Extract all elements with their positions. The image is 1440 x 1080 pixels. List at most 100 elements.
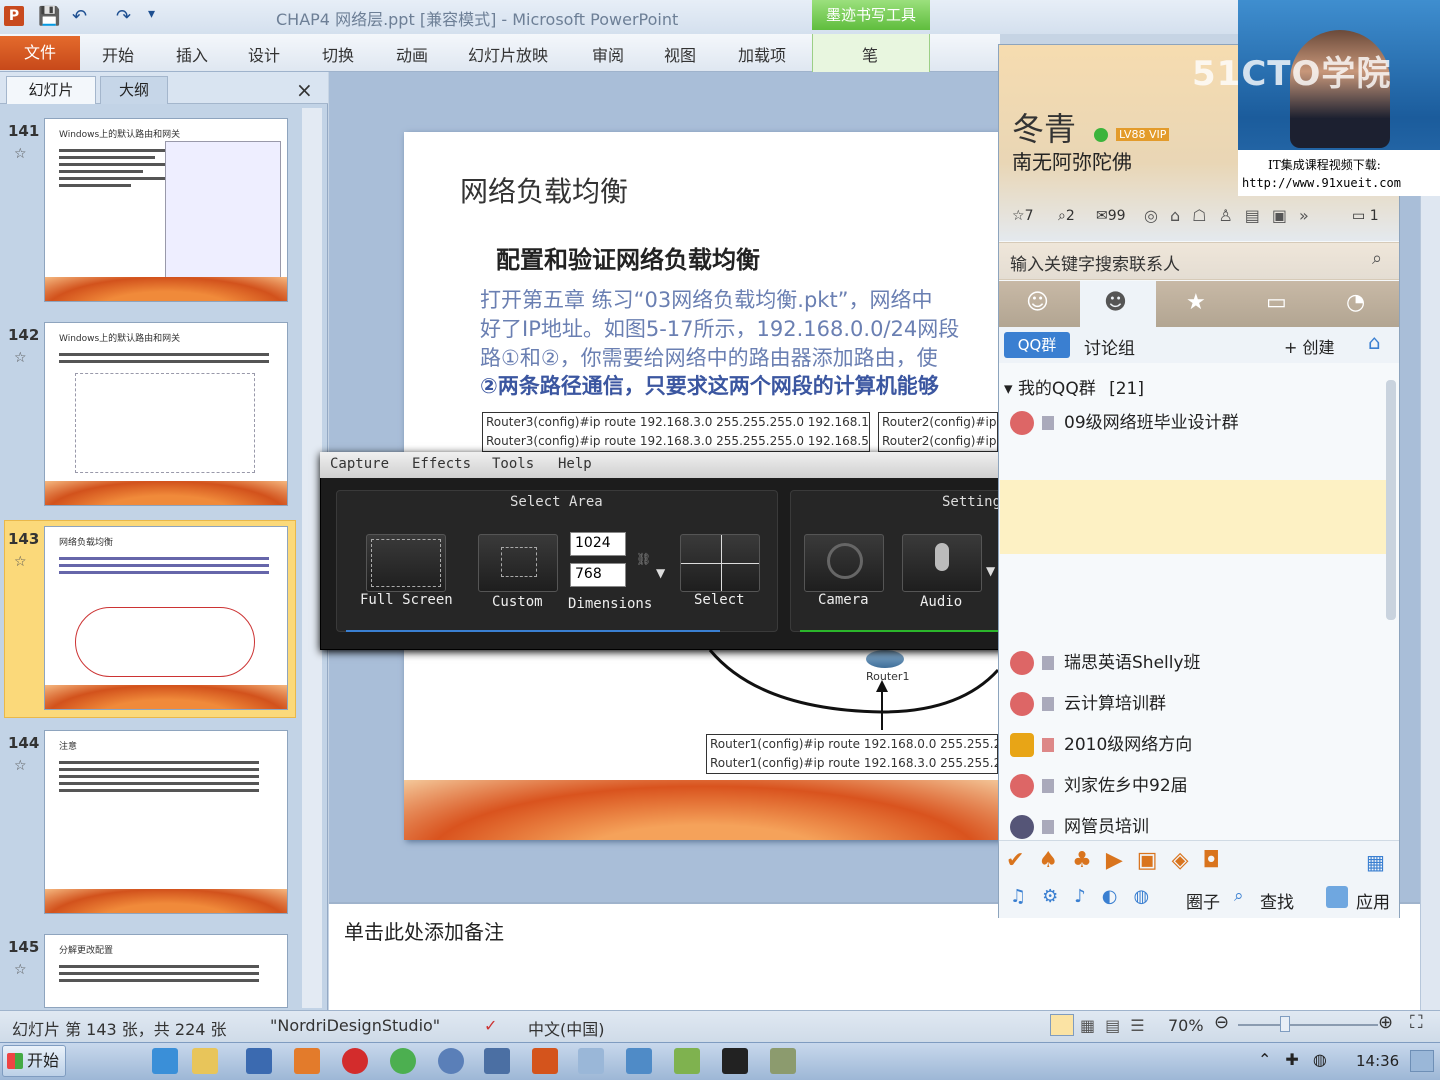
tab-transitions[interactable]: 切换 bbox=[322, 42, 354, 66]
media-icon[interactable] bbox=[246, 1048, 272, 1074]
custom-area-button[interactable] bbox=[478, 534, 558, 592]
list-item[interactable]: 云计算培训群 bbox=[1010, 689, 1166, 716]
undo-icon[interactable]: ↶ bbox=[72, 6, 87, 27]
tab-design[interactable]: 设计 bbox=[248, 42, 280, 66]
zoom-slider[interactable] bbox=[1238, 1024, 1378, 1026]
slide-subtitle[interactable]: 配置和验证网络负载均衡 bbox=[496, 240, 760, 275]
qq-star-count[interactable]: ☆7 bbox=[1012, 208, 1033, 224]
qq-list-scrollbar[interactable] bbox=[1386, 380, 1396, 620]
powerpoint-task-icon[interactable] bbox=[532, 1048, 558, 1074]
menu-capture[interactable]: Capture bbox=[330, 456, 389, 472]
slide-thumbnail[interactable]: Windows上的默认路由和网关 bbox=[44, 322, 288, 506]
tab-home[interactable]: 开始 bbox=[102, 42, 134, 66]
menu-tools[interactable]: Tools bbox=[492, 456, 534, 472]
link-ratio-icon[interactable]: ⛓ bbox=[636, 552, 651, 566]
close-panel-icon[interactable]: × bbox=[296, 78, 313, 102]
list-item[interactable]: 2010级网络方向 bbox=[1010, 730, 1192, 757]
recent-tab-icon[interactable]: ◔ bbox=[1346, 290, 1365, 315]
normal-view-icon[interactable] bbox=[1050, 1014, 1074, 1036]
panel-scrollbar[interactable] bbox=[302, 108, 322, 1008]
browser-icon[interactable] bbox=[390, 1048, 416, 1074]
zoom-level[interactable]: 70% bbox=[1168, 1016, 1204, 1035]
start-button[interactable]: 开始 bbox=[2, 1045, 66, 1077]
customize-quick-access-icon[interactable]: ▾ bbox=[148, 6, 155, 22]
folder-icon[interactable] bbox=[192, 1048, 218, 1074]
slide-thumbnail[interactable]: Windows上的默认路由和网关 bbox=[44, 118, 288, 302]
recorder-icon[interactable] bbox=[342, 1048, 368, 1074]
ie-icon[interactable] bbox=[152, 1048, 178, 1074]
view-buttons[interactable]: ▦▤☰ bbox=[1080, 1016, 1155, 1035]
app-icon[interactable] bbox=[294, 1048, 320, 1074]
circle-button[interactable]: 圈子 bbox=[1186, 888, 1220, 913]
editor-scrollbar[interactable] bbox=[1420, 72, 1440, 1010]
width-input[interactable]: 1024 bbox=[570, 532, 626, 556]
zoom-slider-handle[interactable] bbox=[1280, 1016, 1290, 1032]
menu-effects[interactable]: Effects bbox=[412, 456, 471, 472]
zoom-out-icon[interactable]: ⊖ bbox=[1214, 1012, 1229, 1033]
tab-outline[interactable]: 大纲 bbox=[100, 76, 168, 104]
tab-insert[interactable]: 插入 bbox=[176, 42, 208, 66]
app-grid-icon[interactable]: ▦ bbox=[1366, 850, 1385, 874]
app-icon[interactable] bbox=[770, 1048, 796, 1074]
qq-mail-count[interactable]: ✉99 bbox=[1096, 208, 1126, 224]
qq-zone-count[interactable]: ⌕2 bbox=[1058, 208, 1075, 224]
apps-button[interactable]: 应用 bbox=[1356, 888, 1390, 913]
redo-icon[interactable]: ↷ bbox=[116, 6, 131, 27]
slide-title[interactable]: 网络负载均衡 bbox=[460, 170, 628, 210]
language-indicator[interactable]: 中文(中国) bbox=[528, 1016, 605, 1040]
tab-animations[interactable]: 动画 bbox=[396, 42, 428, 66]
tab-pen[interactable]: 笔 bbox=[862, 42, 878, 66]
network-icon[interactable] bbox=[438, 1048, 464, 1074]
height-input[interactable]: 768 bbox=[570, 563, 626, 587]
slide-thumbnail[interactable]: 注意 bbox=[44, 730, 288, 914]
cmd-icon[interactable] bbox=[722, 1048, 748, 1074]
full-screen-button[interactable] bbox=[366, 534, 446, 592]
list-item[interactable]: 网管员培训 bbox=[1010, 812, 1149, 839]
qq-tool-icons[interactable]: ♫⚙♪◐◍ bbox=[1010, 886, 1165, 907]
system-tray-icons[interactable]: ⌃✚◍ bbox=[1258, 1050, 1341, 1069]
tab-addins[interactable]: 加载项 bbox=[738, 42, 786, 66]
qq-quick-app-icons[interactable]: ✔♠♣▶▣◈◘ bbox=[1006, 848, 1234, 873]
qq-signature[interactable]: 南无阿弥陀佛 bbox=[1012, 146, 1132, 175]
find-icon[interactable]: ⌕ bbox=[1234, 886, 1244, 906]
qq-message-count[interactable]: ▭ 1 bbox=[1352, 208, 1379, 224]
tab-view[interactable]: 视图 bbox=[664, 42, 696, 66]
favorites-tab-icon[interactable]: ★ bbox=[1186, 290, 1206, 315]
qq-app-icons[interactable]: ◎⌂☖♙▤▣» bbox=[1144, 206, 1321, 225]
group-category-header[interactable]: ▾ 我的QQ群 [21] bbox=[1004, 374, 1144, 399]
list-item[interactable]: 刘家佐乡中92届 bbox=[1010, 771, 1188, 798]
chat-tab-icon[interactable]: ▭ bbox=[1266, 290, 1287, 315]
clock[interactable]: 14:36 bbox=[1356, 1052, 1399, 1070]
qq-username[interactable]: 冬青 bbox=[1012, 104, 1076, 150]
app-icon[interactable] bbox=[626, 1048, 652, 1074]
zoom-in-icon[interactable]: ⊕ bbox=[1378, 1012, 1393, 1033]
spellcheck-icon[interactable]: ✓ bbox=[484, 1016, 497, 1035]
discussion-tab[interactable]: 讨论组 bbox=[1084, 334, 1135, 359]
menu-help[interactable]: Help bbox=[558, 456, 592, 472]
slide-thumbnail-selected[interactable]: 网络负载均衡 bbox=[44, 526, 288, 710]
window-icon[interactable] bbox=[578, 1048, 604, 1074]
audio-button[interactable] bbox=[902, 534, 982, 592]
create-button[interactable]: + 创建 bbox=[1284, 334, 1335, 358]
notes-placeholder[interactable]: 单击此处添加备注 bbox=[344, 916, 504, 945]
online-status-icon[interactable] bbox=[1094, 128, 1108, 142]
powerpoint-icon[interactable]: P bbox=[4, 6, 24, 26]
save-icon[interactable]: 💾 bbox=[38, 6, 60, 27]
app-icon[interactable] bbox=[484, 1048, 510, 1074]
camera-button[interactable] bbox=[804, 534, 884, 592]
groups-tab-icon[interactable]: ☻ bbox=[1104, 290, 1127, 315]
slide-thumbnail[interactable]: 分解更改配置 bbox=[44, 934, 288, 1008]
qq-search-placeholder[interactable]: 输入关键字搜索联系人 bbox=[1010, 250, 1180, 275]
search-icon[interactable]: ⌕ bbox=[1372, 248, 1382, 269]
apps-icon[interactable] bbox=[1326, 886, 1348, 908]
home-icon[interactable]: ⌂ bbox=[1368, 330, 1381, 354]
list-item[interactable]: 瑞思英语Shelly班 bbox=[1010, 648, 1201, 675]
show-desktop-icon[interactable] bbox=[1410, 1050, 1434, 1072]
audio-dropdown-icon[interactable]: ▼ bbox=[986, 564, 995, 578]
app-icon[interactable] bbox=[674, 1048, 700, 1074]
tab-slides[interactable]: 幻灯片 bbox=[6, 76, 96, 104]
select-area-button[interactable] bbox=[680, 534, 760, 592]
tab-slideshow[interactable]: 幻灯片放映 bbox=[468, 42, 548, 66]
find-button[interactable]: 查找 bbox=[1260, 888, 1294, 913]
list-item[interactable]: 09级网络班毕业设计群 bbox=[1010, 408, 1239, 435]
